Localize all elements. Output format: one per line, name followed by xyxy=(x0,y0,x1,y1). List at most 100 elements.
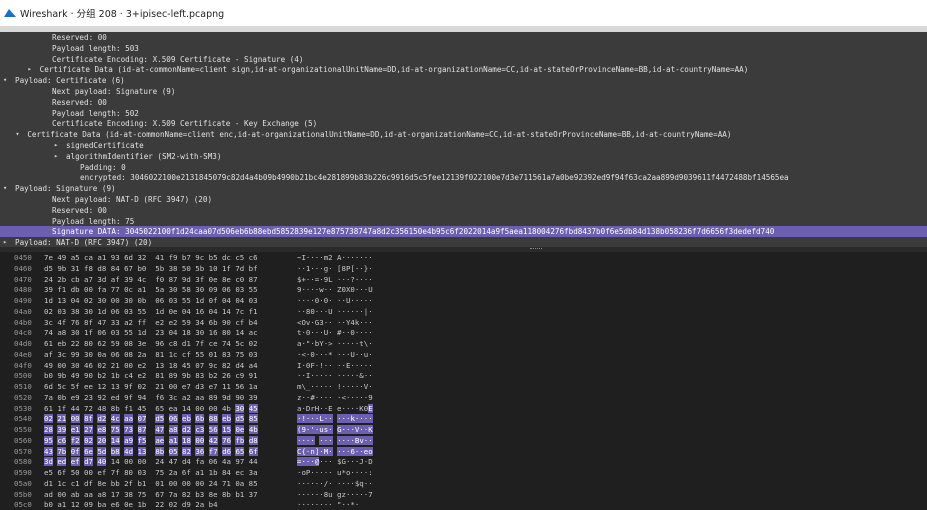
detail-tree-row[interactable]: Payload length: 75 xyxy=(0,216,927,227)
detail-tree-row[interactable]: ▸ algorithmIdentifier (SM2-with-SM3) xyxy=(0,151,927,162)
hex-ascii[interactable]: ······/· ····$q·· xyxy=(297,478,373,489)
detail-tree-row[interactable]: Reserved: 00 xyxy=(0,97,927,108)
hex-ascii[interactable]: ······8u gz·····7 xyxy=(297,489,373,500)
collapsed-arrow-icon[interactable]: ▸ xyxy=(54,140,58,151)
detail-tree-row[interactable]: encrypted: 3046022100e2131845079c82d4a4b… xyxy=(0,172,927,183)
hex-ascii[interactable]: ··I····· ·····&·· xyxy=(297,370,373,381)
hex-bytes[interactable]: 6d 5c 5f ee 12 13 9f 02 21 00 e7 d3 e7 1… xyxy=(44,381,258,392)
detail-tree-label: Payload: Certificate (6) xyxy=(15,76,125,86)
hex-bytes[interactable]: 3c 4f 76 8f 47 33 a2 ff e2 e2 59 34 6b 9… xyxy=(44,317,258,328)
hex-ascii[interactable]: ··80···U ······|· xyxy=(297,306,373,317)
hex-ascii[interactable]: (9·'·us· G···V··K xyxy=(297,424,373,435)
hex-bytes[interactable]: 43 7b 0f 6e 5d b8 4d 13 8b 05 82 36 f7 d… xyxy=(44,446,258,457)
hex-bytes[interactable]: 61 eb 22 80 62 59 08 3e 96 c8 d1 7f ce 7… xyxy=(44,338,258,349)
hex-bytes[interactable]: 02 21 00 8f d2 4c aa 07 d5 06 eb 6b 88 e… xyxy=(44,413,258,424)
detail-tree-row[interactable]: Certificate Encoding: X.509 Certificate … xyxy=(0,54,927,65)
detail-tree-row[interactable]: ▸ Certificate Data (id-at-commonName=clie… xyxy=(0,64,927,75)
hex-offset: 05a0 xyxy=(14,478,32,488)
hex-ascii[interactable]: ···· ··· ····Bv·· xyxy=(297,435,373,446)
hex-bytes[interactable]: 49 00 30 46 02 21 00 e2 13 18 45 07 9c 8… xyxy=(44,360,258,371)
hex-bytes[interactable]: 1d 13 04 02 30 00 30 0b 06 03 55 1d 0f 0… xyxy=(44,295,258,306)
hex-ascii[interactable]: ·oP····· u*o····: xyxy=(297,467,373,478)
detail-tree-label: Payload: NAT-D (RFC 3947) (20) xyxy=(15,238,153,247)
detail-tree-label: signedCertificate xyxy=(66,141,144,150)
detail-tree-label: Certificate Encoding: X.509 Certificate … xyxy=(52,119,318,129)
detail-tree-row[interactable]: Certificate Encoding: X.509 Certificate … xyxy=(0,118,927,129)
hex-ascii[interactable]: ··1···g· [8P[··}· xyxy=(297,263,373,274)
expanded-arrow-icon[interactable]: ▾ xyxy=(15,129,19,140)
hex-offset: 04d0 xyxy=(14,339,32,348)
hex-offset: 04f0 xyxy=(14,360,32,370)
wireshark-fin-icon xyxy=(4,9,16,17)
detail-tree-row[interactable]: ▾ Certificate Data (id-at-commonName=clie… xyxy=(0,129,927,140)
hex-offset: 0570 xyxy=(14,446,32,456)
detail-tree-label: Payload length: 75 xyxy=(52,216,135,226)
packet-details-pane[interactable]: Reserved: 00 Payload length: 503 Certifica… xyxy=(0,32,927,247)
detail-tree-row[interactable]: ▸ signedCertificate xyxy=(0,140,927,151)
hex-ascii[interactable]: t·0···U· #··0···· xyxy=(297,327,373,338)
hex-ascii[interactable]: C{·n]·M· ···6··eo xyxy=(297,446,373,457)
expanded-arrow-icon[interactable]: ▾ xyxy=(3,75,7,86)
packet-bytes-pane[interactable]: 0450 7e 49 a5 ca a1 93 6d 32 41 f9 b7 9c … xyxy=(0,252,927,510)
splitter-grip-icon[interactable] xyxy=(530,248,542,251)
detail-tree-row[interactable]: Next payload: Signature (9) xyxy=(0,86,927,97)
collapsed-arrow-icon[interactable]: ▸ xyxy=(3,237,7,247)
hex-ascii[interactable]: I·0F·!·· ··E····· xyxy=(297,360,373,371)
hex-offset: 0590 xyxy=(14,468,32,477)
hex-ascii[interactable]: ·<·0···* ···U··u· xyxy=(297,349,373,360)
hex-ascii[interactable]: ········ "··*· xyxy=(297,499,359,510)
hex-offset: 0460 xyxy=(14,263,32,273)
hex-bytes[interactable]: 7e 49 a5 ca a1 93 6d 32 41 f9 b7 9c b5 d… xyxy=(44,252,258,263)
hex-bytes[interactable]: 02 03 38 30 1d 06 03 55 1d 0e 04 16 04 1… xyxy=(44,306,258,317)
hex-ascii[interactable]: ····0·0· ··U····· xyxy=(297,295,373,306)
collapsed-arrow-icon[interactable]: ▸ xyxy=(28,64,32,75)
hex-bytes[interactable]: 28 39 e1 27 e8 75 73 87 47 a8 d2 c3 56 1… xyxy=(44,424,258,435)
hex-bytes[interactable]: af 3c 99 30 0a 06 08 2a 81 1c cf 55 01 8… xyxy=(44,349,258,360)
hex-ascii[interactable]: a·DrH··E e····K0E xyxy=(297,403,373,414)
hex-bytes[interactable]: 61 1f 44 72 48 8b f1 45 65 ea 14 00 00 4… xyxy=(44,403,258,414)
detail-tree-label: algorithmIdentifier (SM2-with-SM3) xyxy=(66,151,222,161)
hex-offset: 0510 xyxy=(14,382,32,391)
detail-tree-row[interactable]: Payload length: 503 xyxy=(0,43,927,54)
detail-tree-row[interactable]: Next payload: NAT-D (RFC 3947) (20) xyxy=(0,194,927,205)
detail-tree-label: Payload: Signature (9) xyxy=(15,184,116,194)
detail-tree-label: Payload length: 502 xyxy=(52,108,139,118)
hex-ascii[interactable]: m\_····· !·····V· xyxy=(297,381,373,392)
hex-bytes[interactable]: ad 00 ab aa a8 17 38 75 67 7a 82 b3 8e 8… xyxy=(44,489,258,500)
hex-bytes[interactable]: e5 6f 50 00 ef 7f 80 03 75 2a 6f a1 1b 8… xyxy=(44,467,258,478)
detail-tree-row[interactable]: Padding: 0 xyxy=(0,162,927,173)
detail-tree-row[interactable]: ▸ Payload: NAT-D (RFC 3947) (20) xyxy=(0,237,927,247)
hex-offset: 0500 xyxy=(14,371,32,381)
hex-ascii[interactable]: <Ov·G3·· ··Y4k··· xyxy=(297,317,373,328)
window-title: Wireshark · 分组 208 · 3+ipisec-left.pcapn… xyxy=(20,9,225,20)
detail-tree-label: Certificate Data (id-at-commonName=clien… xyxy=(39,65,749,75)
hex-bytes[interactable]: 3d ed ef d7 40 14 00 00 24 47 d4 fa 06 4… xyxy=(44,456,258,467)
hex-bytes[interactable]: d1 1c c1 df 8e bb 2f b1 01 00 00 00 24 7… xyxy=(44,478,258,489)
hex-ascii[interactable]: ~I····m2 A······· xyxy=(297,252,373,263)
hex-ascii[interactable]: ·!···L·· ···k···· xyxy=(297,413,373,424)
hex-ascii[interactable]: $+··=·9L ···?···· xyxy=(297,274,373,285)
detail-tree-row[interactable]: Signature DATA: 3045022100f1d24caa07d506… xyxy=(0,226,927,238)
hex-offset: 04a0 xyxy=(14,306,32,316)
hex-ascii[interactable]: =···@··· $G···J·D xyxy=(297,456,373,467)
hex-bytes[interactable]: 24 2b cb a7 3d af 39 4c f0 87 9d 3f 0e 8… xyxy=(44,274,258,285)
collapsed-arrow-icon[interactable]: ▸ xyxy=(54,151,58,162)
hex-bytes[interactable]: 74 a8 30 1f 06 03 55 1d 23 04 18 30 16 8… xyxy=(44,327,258,338)
hex-ascii[interactable]: z··#···· ·<·····9 xyxy=(297,392,373,403)
hex-bytes[interactable]: 7a 0b e9 23 92 ed 9f 94 f6 3c a2 aa 89 9… xyxy=(44,392,258,403)
detail-tree-row[interactable]: Reserved: 00 xyxy=(0,32,927,43)
hex-offset: 05c0 xyxy=(14,500,32,510)
hex-ascii[interactable]: 9····w·· Z0X0···U xyxy=(297,284,373,295)
hex-bytes[interactable]: d5 9b 31 f8 d8 84 67 b0 5b 38 50 5b 10 1… xyxy=(44,263,258,274)
hex-bytes[interactable]: 95 c6 f2 02 20 14 a9 f5 ae a1 18 00 42 7… xyxy=(44,435,258,446)
detail-tree-row[interactable]: ▾ Payload: Certificate (6) xyxy=(0,75,927,86)
hex-bytes[interactable]: b0 a1 12 09 ba e6 0e 1b 22 02 d9 2a b4 xyxy=(44,499,218,510)
expanded-arrow-icon[interactable]: ▾ xyxy=(3,183,7,194)
hex-bytes[interactable]: 39 f1 db 00 fa 77 0c a1 5a 30 58 30 09 0… xyxy=(44,284,258,295)
hex-ascii[interactable]: a·"·bY·> ·····t\· xyxy=(297,338,373,349)
detail-tree-row[interactable]: Payload length: 502 xyxy=(0,108,927,119)
hex-offset: 0450 xyxy=(14,253,32,262)
hex-bytes[interactable]: b0 9b 49 90 b2 1b c4 e2 81 89 9b 83 b2 2… xyxy=(44,370,258,381)
detail-tree-row[interactable]: Reserved: 00 xyxy=(0,205,927,216)
detail-tree-row[interactable]: ▾ Payload: Signature (9) xyxy=(0,183,927,194)
